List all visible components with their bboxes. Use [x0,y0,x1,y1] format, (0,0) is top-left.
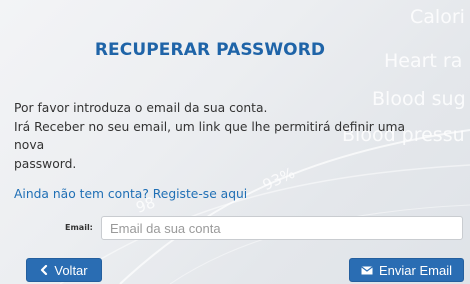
email-input[interactable] [101,216,463,240]
back-button-label: Voltar [54,262,88,278]
chevron-left-icon [40,265,48,275]
instructions-line-2: Irá Receber no seu email, um link que lh… [14,119,406,153]
background-word-calories: Calori [410,6,465,28]
recover-password-page: Calori Heart ra Blood sug Blood pressu 9… [0,0,470,284]
instructions-line-1: Por favor introduza o email da sua conta… [14,101,268,115]
instructions-line-3: password. [14,156,77,171]
register-link[interactable]: Ainda não tem conta? Registe-se aqui [14,187,247,201]
send-email-button-label: Enviar Email [379,262,452,278]
back-button[interactable]: Voltar [26,258,102,282]
envelope-icon [361,265,373,275]
instructions-text: Por favor introduza o email da sua conta… [14,99,434,173]
page-title: RECUPERAR PASSWORD [94,40,326,60]
send-email-button[interactable]: Enviar Email [349,258,464,282]
register-link-label[interactable]: Ainda não tem conta? Registe-se aqui [14,187,247,201]
email-label: Email: [65,223,93,232]
